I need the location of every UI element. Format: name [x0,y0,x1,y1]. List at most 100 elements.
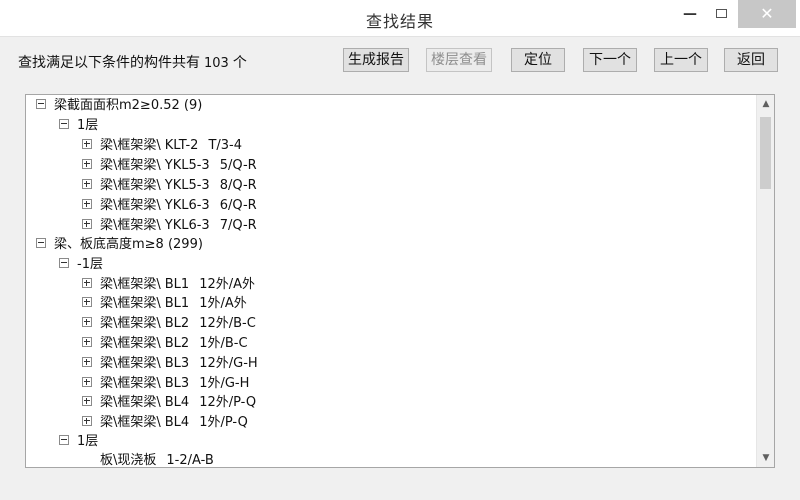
title-bar: 查找结果 — ✕ [0,0,800,37]
item-type: 梁\框架梁\ [100,178,161,193]
tree-group-node[interactable]: 梁截面面积m2≥0.52 (9) [36,96,202,115]
expand-icon[interactable] [82,396,92,406]
item-type: 梁\框架梁\ [100,277,161,292]
item-type: 梁\框架梁\ [100,218,161,233]
item-type: 梁\框架梁\ [100,158,161,173]
item-type: 板\现浇板 [100,453,157,467]
group-label: 梁、板底高度m≥8 (299) [54,237,203,252]
item-location: 1外/A外 [199,296,247,311]
item-location: 8/Q-R [219,178,257,193]
back-button[interactable]: 返回 [724,48,778,72]
item-location: 12外/B-C [199,316,256,331]
item-code: BL4 [164,395,190,410]
floor-label: -1层 [77,257,103,272]
item-code: BL2 [164,336,190,351]
tree-item-node[interactable]: 梁\框架梁\ BL4 12外/P-Q [82,393,256,412]
item-location: 6/Q-R [219,198,257,213]
results-tree-panel: 梁截面面积m2≥0.52 (9) 1层 梁\框架梁\ KLT-2 T/3-4 梁\框… [25,94,775,468]
tree-item-node[interactable]: 梁\框架梁\ BL3 1外/G-H [82,374,249,393]
result-summary: 查找满足以下条件的构件共有 103 个 [18,52,247,72]
item-code: YKL5-3 [164,178,210,193]
item-location: 5/Q-R [219,158,257,173]
scroll-down-arrow-icon[interactable]: ▼ [757,449,774,467]
tree-floor-node[interactable]: -1层 [59,255,103,274]
summary-prefix: 查找满足以下条件的构件共有 [18,55,200,71]
tree-item-node[interactable]: 梁\框架梁\ YKL6-3 7/Q-R [82,216,257,235]
tree-item-node[interactable]: 梁\框架梁\ YKL6-3 6/Q-R [82,196,257,215]
item-code: BL3 [164,356,190,371]
maximize-icon [715,9,727,18]
item-code: BL3 [164,376,190,391]
next-button[interactable]: 下一个 [583,48,637,72]
expand-icon[interactable] [82,179,92,189]
tree-item-node[interactable]: 梁\框架梁\ YKL5-3 8/Q-R [82,176,257,195]
expand-icon[interactable] [82,337,92,347]
item-location: 7/Q-R [219,218,257,233]
item-code: BL1 [164,296,190,311]
expand-icon[interactable] [82,416,92,426]
expand-icon[interactable] [82,219,92,229]
expand-icon[interactable] [82,357,92,367]
item-location: 1外/P-Q [199,415,248,430]
item-location: 12外/G-H [199,356,258,371]
previous-button[interactable]: 上一个 [654,48,708,72]
item-code: KLT-2 [164,138,199,153]
tree-item-node[interactable]: 梁\框架梁\ BL4 1外/P-Q [82,413,248,432]
item-type: 梁\框架梁\ [100,376,161,391]
vertical-scrollbar[interactable]: ▲ ▼ [756,95,774,467]
summary-suffix: 个 [232,55,247,71]
tree-floor-node[interactable]: 1层 [59,432,98,451]
item-location: 12外/P-Q [199,395,257,410]
close-button[interactable]: ✕ [738,0,796,28]
item-type: 梁\框架梁\ [100,356,161,371]
tree-item-node[interactable]: 梁\框架梁\ BL2 12外/B-C [82,314,256,333]
tree-item-node[interactable]: 梁\框架梁\ BL1 1外/A外 [82,294,247,313]
collapse-icon[interactable] [59,258,69,268]
scroll-up-arrow-icon[interactable]: ▲ [757,95,774,113]
item-type: 梁\框架梁\ [100,336,161,351]
expand-icon[interactable] [82,159,92,169]
locate-button[interactable]: 定位 [511,48,565,72]
tree-group-node[interactable]: 梁、板底高度m≥8 (299) [36,235,203,254]
item-code: YKL6-3 [164,218,210,233]
scrollbar-thumb[interactable] [760,117,771,189]
expand-icon[interactable] [82,199,92,209]
maximize-button[interactable] [706,0,736,28]
floor-view-button[interactable]: 楼层查看 [426,48,492,72]
tree-item-node[interactable]: 梁\框架梁\ KLT-2 T/3-4 [82,136,242,155]
expand-icon[interactable] [82,317,92,327]
expand-icon[interactable] [82,377,92,387]
expand-icon[interactable] [82,297,92,307]
item-location: 12外/A外 [199,277,256,292]
collapse-icon[interactable] [36,99,46,109]
tree-item-node[interactable]: 梁\框架梁\ BL3 12外/G-H [82,354,258,373]
collapse-icon[interactable] [59,119,69,129]
item-location: 1外/G-H [199,376,250,391]
collapse-icon[interactable] [36,238,46,248]
floor-label: 1层 [77,118,99,133]
item-location: 1-2/A-B [166,453,214,467]
tree-item-node[interactable]: 梁\框架梁\ YKL5-3 5/Q-R [82,156,257,175]
item-location: T/3-4 [208,138,243,153]
generate-report-button[interactable]: 生成报告 [343,48,409,72]
item-code: BL4 [164,415,190,430]
item-code: YKL5-3 [164,158,210,173]
floor-label: 1层 [77,434,99,449]
toolbar: 查找满足以下条件的构件共有 103 个 生成报告 楼层查看 定位 下一个 上一个 返… [0,36,800,90]
tree-item-node[interactable]: 梁\框架梁\ BL1 12外/A外 [82,275,255,294]
item-type: 梁\框架梁\ [100,415,161,430]
tree-floor-node[interactable]: 1层 [59,116,98,135]
item-type: 梁\框架梁\ [100,296,161,311]
tree-item-node[interactable]: 梁\框架梁\ BL2 1外/B-C [82,334,248,353]
expand-icon[interactable] [82,278,92,288]
results-tree[interactable]: 梁截面面积m2≥0.52 (9) 1层 梁\框架梁\ KLT-2 T/3-4 梁\框… [26,95,756,467]
collapse-icon[interactable] [59,435,69,445]
item-type: 梁\框架梁\ [100,138,161,153]
tree-item-node[interactable]: 板\现浇板 1-2/A-B [100,451,214,467]
result-count: 103 [204,56,229,71]
item-location: 1外/B-C [199,336,248,351]
expand-icon[interactable] [82,139,92,149]
item-code: BL1 [164,277,190,292]
minimize-button[interactable]: — [676,0,704,28]
group-label: 梁截面面积m2≥0.52 (9) [54,98,203,113]
